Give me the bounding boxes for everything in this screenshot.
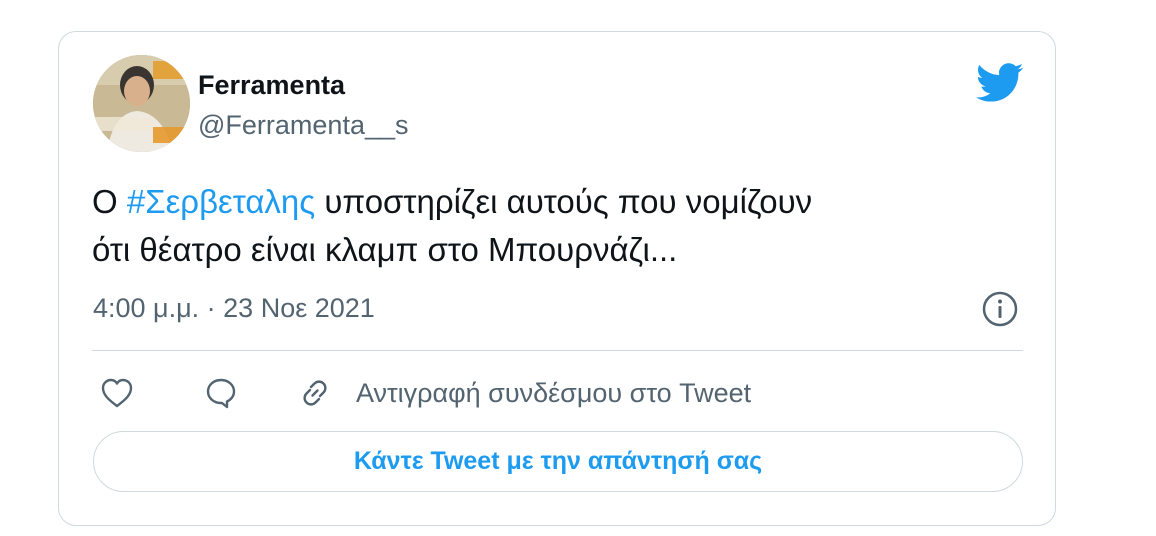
link-icon (303, 380, 327, 406)
reply-tweet-button[interactable]: Κάντε Tweet με την απάντησή σας (93, 431, 1023, 492)
hashtag-link[interactable]: #Σερβεταλης (127, 183, 315, 220)
heart-icon[interactable] (99, 375, 135, 411)
avatar-image (93, 55, 190, 152)
copy-link-button[interactable]: Αντιγραφή συνδέσμου στο Tweet (297, 375, 751, 411)
tweet-text-prefix: Ο (92, 183, 127, 220)
avatar[interactable] (93, 55, 190, 152)
author-handle[interactable]: @Ferramenta__s (198, 110, 409, 141)
tweet-text: Ο #Σερβεταλης υποστηρίζει αυτούς που νομ… (92, 178, 1022, 274)
twitter-bird-icon[interactable] (976, 63, 1024, 103)
reply-bubble-icon[interactable] (203, 375, 239, 411)
copy-link-label: Αντιγραφή συνδέσμου στο Tweet (356, 377, 752, 408)
divider (92, 350, 1023, 351)
tweet-text-line-1: Ο #Σερβεταλης υποστηρίζει αυτούς που νομ… (92, 178, 1022, 226)
info-icon[interactable] (981, 290, 1019, 328)
tweet-text-line-1-rest: υποστηρίζει αυτούς που νομίζουν (315, 183, 813, 220)
tweet-timestamp[interactable]: 4:00 μ.μ. · 23 Νοε 2021 (93, 293, 375, 324)
tweet-text-line-2: ότι θέατρο είναι κλαμπ στο Μπουρνάζι... (92, 231, 678, 268)
tweet-card[interactable]: Ferramenta @Ferramenta__s Ο #Σερβεταλης … (58, 31, 1056, 526)
author-name[interactable]: Ferramenta (198, 70, 345, 101)
